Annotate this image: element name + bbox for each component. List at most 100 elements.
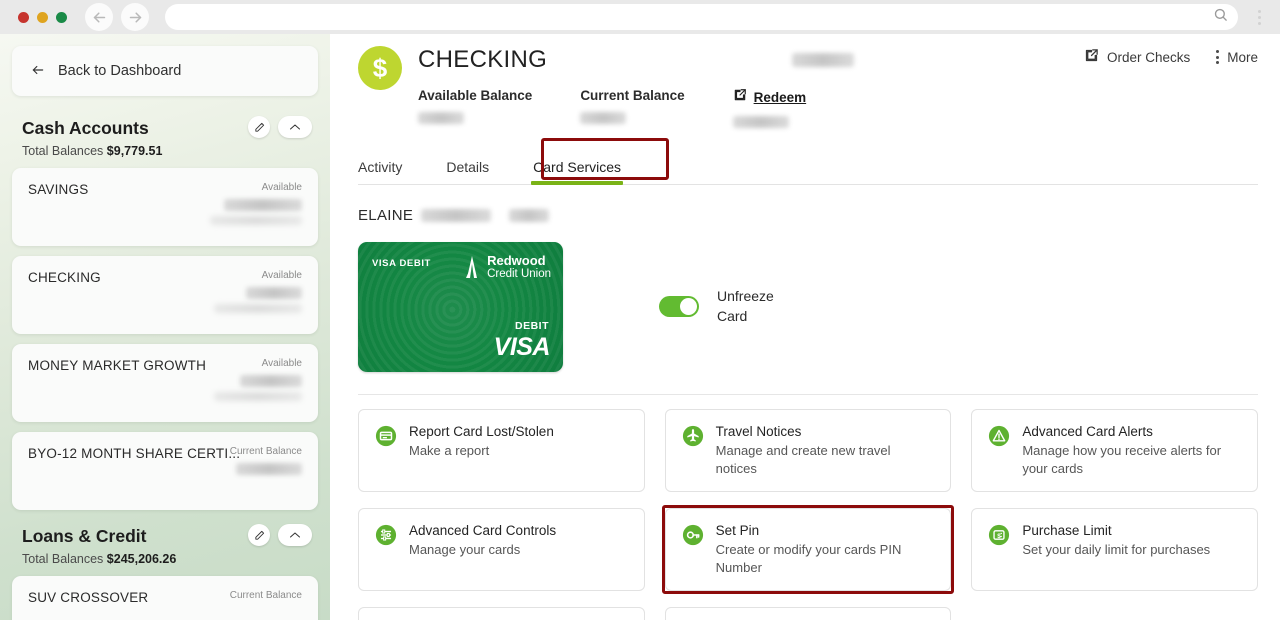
close-window-button[interactable]: [18, 11, 29, 23]
service-title: Advanced Card Controls: [409, 523, 557, 539]
account-balance-label: Available: [261, 358, 302, 369]
page-title: CHECKING: [418, 46, 548, 73]
tab-details[interactable]: Details: [446, 159, 489, 184]
group-total: Total Balances $9,779.51: [22, 144, 308, 158]
sidebar-account-savings[interactable]: SAVINGS Available: [12, 168, 318, 246]
redeem-label[interactable]: Redeem: [754, 90, 807, 105]
sidebar-group-loans-credit: Loans & Credit Total Balances $245,206.2…: [12, 522, 318, 576]
unfreeze-card-toggle[interactable]: [659, 295, 699, 317]
tab-activity[interactable]: Activity: [358, 159, 402, 184]
kebab-menu-icon: [1216, 50, 1220, 64]
service-advanced-card-alerts[interactable]: Advanced Card Alerts Manage how you rece…: [971, 409, 1258, 493]
service-purchase-limit[interactable]: $ Purchase Limit Set your daily limit fo…: [971, 508, 1258, 592]
current-balance-label: Current Balance: [580, 88, 685, 103]
service-description: Create or modify your cards PIN Number: [715, 542, 902, 575]
key-icon: [682, 525, 703, 546]
available-balance-label: Available Balance: [418, 88, 533, 103]
edit-accounts-button[interactable]: [248, 116, 270, 138]
service-advanced-card-controls[interactable]: Advanced Card Controls Manage your cards: [358, 508, 645, 592]
issuer-logo: Redwood Credit Union: [463, 254, 551, 280]
card-services-grid: Report Card Lost/Stolen Make a report Tr…: [358, 409, 1258, 620]
service-report-card-lost-stolen[interactable]: Report Card Lost/Stolen Make a report: [358, 409, 645, 493]
address-bar[interactable]: [165, 4, 1238, 30]
service-description: Set your daily limit for purchases: [1022, 542, 1211, 558]
back-arrow-icon[interactable]: [85, 3, 113, 31]
card-icon: [375, 425, 397, 447]
issuer-line2: Credit Union: [487, 267, 551, 280]
current-balance: Current Balance: [580, 88, 685, 128]
unfreeze-label-line1: Unfreeze: [717, 288, 774, 304]
collapse-loans-button[interactable]: [278, 524, 312, 546]
account-balance-label: Current Balance: [229, 590, 302, 601]
account-subvalue-redacted: [214, 304, 302, 313]
tab-card-services[interactable]: Card Services: [531, 159, 623, 185]
service-description: Manage how you receive alerts for your c…: [1022, 443, 1222, 476]
toggle-knob: [680, 297, 697, 315]
back-to-dashboard-label: Back to Dashboard: [58, 63, 182, 79]
unfreeze-card-label: Unfreeze Card: [717, 286, 774, 327]
available-balance: Available Balance: [418, 88, 532, 128]
service-description: Make a report: [409, 443, 490, 458]
more-button[interactable]: More: [1216, 50, 1258, 65]
sidebar-account-money-market-growth[interactable]: MONEY MARKET GROWTH Available: [12, 344, 318, 422]
account-balance: Available: [210, 182, 302, 225]
account-number-redacted: [792, 53, 855, 67]
current-balance-value-redacted: [580, 112, 627, 124]
account-balance-value-redacted: [246, 287, 302, 299]
sidebar-account-checking[interactable]: CHECKING Available: [12, 256, 318, 334]
sidebar-group-cash-accounts: Cash Accounts Total Balances $9,779.51: [12, 114, 318, 168]
account-balance-value-redacted: [236, 463, 302, 475]
account-balance-label: Current Balance: [229, 446, 302, 457]
collapse-group-button[interactable]: [278, 116, 312, 138]
service-set-pin[interactable]: Set Pin Create or modify your cards PIN …: [661, 505, 954, 595]
sidebar: Back to Dashboard Cash Accounts Total Ba…: [0, 34, 330, 620]
balance-row: Available Balance Current Balance Redeem: [418, 88, 854, 128]
service-title: Set Pin: [715, 523, 760, 539]
search-icon: [1213, 7, 1228, 27]
group-actions: [248, 116, 312, 138]
service-travel-notices[interactable]: Travel Notices Manage and create new tra…: [664, 409, 952, 493]
alert-triangle-icon: [989, 425, 1010, 447]
card-type-label: VISA DEBIT: [372, 258, 431, 269]
group-total: Total Balances $245,206.26: [22, 552, 308, 566]
card-holder-row: ELAINE: [358, 207, 1258, 224]
maximize-window-button[interactable]: [56, 11, 67, 23]
minimize-window-button[interactable]: [37, 11, 48, 23]
service-row3-item1-partial[interactable]: [358, 607, 645, 620]
sidebar-account-share-certificate[interactable]: BYO-12 MONTH SHARE CERTI... Current Bala…: [12, 432, 318, 510]
service-title: Purchase Limit: [1022, 523, 1112, 539]
main-content: $ CHECKING Available Balance Current Bal…: [330, 34, 1280, 620]
issuer-line1: Redwood: [487, 253, 546, 268]
account-balance-label: Available: [261, 182, 302, 193]
airplane-icon: [682, 425, 703, 447]
account-subvalue-redacted: [214, 392, 302, 401]
browser-menu-icon[interactable]: [1248, 3, 1270, 31]
header-actions: Order Checks More: [1084, 48, 1258, 66]
card-and-toggle: VISA DEBIT Redwood Credit Union DEBIT VI…: [358, 242, 1258, 372]
account-balance-value-redacted: [224, 199, 302, 211]
order-checks-button[interactable]: Order Checks: [1084, 48, 1190, 66]
service-description: Manage and create new travel notices: [715, 443, 891, 476]
sidebar-account-suv-crossover[interactable]: SUV CROSSOVER Current Balance: [12, 576, 318, 620]
forward-arrow-icon[interactable]: [121, 3, 149, 31]
account-balance-value-redacted: [240, 375, 302, 387]
section-divider: [358, 394, 1258, 395]
account-balance: Current Balance: [230, 590, 302, 601]
edit-loans-button[interactable]: [248, 524, 270, 546]
service-row3-item2-partial[interactable]: [664, 607, 952, 620]
service-title: Travel Notices: [715, 424, 802, 439]
window-controls: [18, 11, 67, 23]
account-subvalue-redacted: [210, 216, 302, 225]
sliders-icon: [375, 525, 397, 546]
group-total-label: Total Balances: [22, 552, 104, 566]
redeem-link[interactable]: Redeem: [733, 88, 807, 107]
freeze-card-row: Unfreeze Card: [659, 286, 774, 327]
dollar-limit-icon: $: [989, 525, 1010, 546]
account-balance: Available: [214, 270, 302, 313]
account-header: $ CHECKING Available Balance Current Bal…: [358, 34, 1258, 128]
group-total-value: $9,779.51: [106, 144, 163, 158]
back-to-dashboard-button[interactable]: Back to Dashboard: [12, 46, 318, 96]
back-arrow-icon: [30, 63, 46, 80]
debit-card-image: VISA DEBIT Redwood Credit Union DEBIT VI…: [358, 242, 563, 372]
tab-list: Activity Details Card Services: [358, 150, 1258, 185]
